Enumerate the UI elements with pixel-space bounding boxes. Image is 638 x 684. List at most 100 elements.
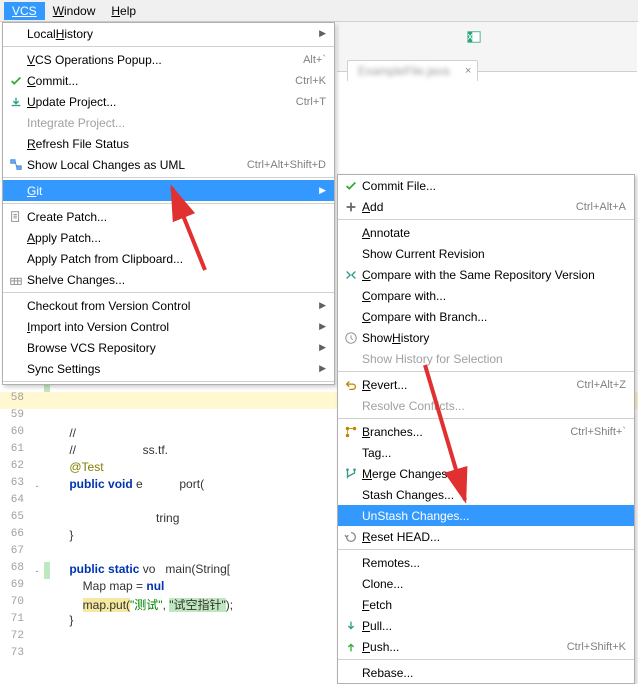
uml-icon [7,157,25,173]
vcs-item-browse-vcs-repository[interactable]: Browse VCS Repository▶ [3,337,334,358]
submenu-arrow-icon: ▶ [319,185,326,196]
vcs-item-shelve-changes[interactable]: Shelve Changes... [3,269,334,290]
code-text: } [50,528,73,545]
code-text [50,630,69,647]
menu-item-label: Shelve Changes... [25,273,326,287]
git-item-branches[interactable]: Branches...Ctrl+Shift+` [338,421,634,442]
code-text: Map map = nul [50,579,164,596]
vcs-item-vcs-operations-popup[interactable]: VCS Operations Popup...Alt+` [3,49,334,70]
vcs-item-git[interactable]: Git ▶ [3,180,334,201]
menu-item-label: Apply Patch from Clipboard... [25,252,326,266]
vcs-item-checkout-from-version-control[interactable]: Checkout from Version Control▶ [3,295,334,316]
menu-item-label: Git [25,184,315,198]
menubar-window[interactable]: Window [45,2,104,20]
separator [338,219,634,220]
line-number: 61 [0,443,30,460]
blank-icon [7,136,25,152]
code-text [50,545,69,562]
menu-item-label: Update Project... [25,95,296,109]
menu-item-label: Integrate Project... [25,116,326,130]
git-item-revert[interactable]: Revert...Ctrl+Alt+Z [338,374,634,395]
git-item-show-current-revision[interactable]: Show Current Revision [338,243,634,264]
shortcut: Ctrl+Shift+` [570,426,626,438]
git-item-commit-file[interactable]: Commit File... [338,175,634,196]
branch-icon [342,424,360,440]
fold-marker[interactable]: - [30,562,44,579]
vcs-item-show-local-changes-as-uml[interactable]: Show Local Changes as UMLCtrl+Alt+Shift+… [3,154,334,175]
fold-marker [30,545,44,562]
shortcut: Alt+` [303,54,326,66]
menu-item-label: Annotate [360,226,626,240]
git-item-compare-with[interactable]: Compare with... [338,285,634,306]
git-item-reset-head[interactable]: Reset HEAD... [338,526,634,547]
shortcut: Ctrl+Shift+K [567,641,626,653]
tab-label: ExampleFile.java [358,64,449,78]
revert-icon [342,377,360,393]
git-item-annotate[interactable]: Annotate [338,222,634,243]
menubar: VCS Window Help [0,0,638,22]
editor-tab[interactable]: ExampleFile.java × [347,60,478,81]
blank-icon [342,246,360,262]
menu-item-label: VCS Operations Popup... [25,53,303,67]
vcs-item-import-into-version-control[interactable]: Import into Version Control▶ [3,316,334,337]
git-item-add[interactable]: AddCtrl+Alt+A [338,196,634,217]
menu-item-label: Compare with the Same Repository Version [360,268,626,282]
blank-icon [342,288,360,304]
menubar-vcs[interactable]: VCS [4,2,45,20]
menu-item-label: Browse VCS Repository [25,341,315,355]
code-text: @Test [50,460,104,477]
blank-icon [7,26,25,42]
git-submenu: Commit File...AddCtrl+Alt+A Annotate Show … [337,174,635,684]
blank-icon [342,555,360,571]
git-item-compare-with-branch[interactable]: Compare with Branch... [338,306,634,327]
git-item-fetch[interactable]: Fetch [338,594,634,615]
git-item-remotes[interactable]: Remotes... [338,552,634,573]
vcs-item-commit[interactable]: Commit...Ctrl+K [3,70,334,91]
vcs-item-refresh-file-status[interactable]: Refresh File Status [3,133,334,154]
blank-icon [7,52,25,68]
vcs-item-create-patch[interactable]: Create Patch... [3,206,334,227]
fold-marker[interactable]: - [30,477,44,494]
fold-marker [30,613,44,630]
line-number: 64 [0,494,30,511]
git-item-clone[interactable]: Clone... [338,573,634,594]
fold-marker [30,579,44,596]
git-item-merge-changes[interactable]: Merge Changes... [338,463,634,484]
git-item-resolve-conflicts: Resolve Conflicts... [338,395,634,416]
menu-item-label: Rebase... [360,666,626,680]
line-number: 73 [0,647,30,664]
vcs-item-apply-patch[interactable]: Apply Patch... [3,227,334,248]
separator [3,292,334,293]
code-text: public void e port( [50,477,204,494]
git-item-pull[interactable]: Pull... [338,615,634,636]
git-item-stash-changes[interactable]: Stash Changes... [338,484,634,505]
fold-marker [30,460,44,477]
shortcut: Ctrl+Alt+A [576,201,626,213]
close-icon[interactable]: × [465,65,471,77]
separator [338,418,634,419]
vcs-item-apply-patch-from-clipboard[interactable]: Apply Patch from Clipboard... [3,248,334,269]
code-text [50,409,69,426]
shortcut: Ctrl+Alt+Shift+D [247,159,326,171]
menu-item-label: Merge Changes... [360,467,626,481]
separator [338,371,634,372]
git-item-push[interactable]: Push...Ctrl+Shift+K [338,636,634,657]
pull-icon [342,618,360,634]
vcs-item-local-history[interactable]: Local History▶ [3,23,334,44]
patch-icon [7,209,25,225]
menu-item-label: Import into Version Control [25,320,315,334]
vcs-item-sync-settings[interactable]: Sync Settings▶ [3,358,334,379]
code-text: map.put("测试", "试空指针"); [50,596,233,613]
menubar-help[interactable]: Help [103,2,144,20]
menu-item-label: Show Local Changes as UML [25,158,247,172]
vcs-item-update-project[interactable]: Update Project...Ctrl+T [3,91,334,112]
blank-icon [342,309,360,325]
blank-icon [342,445,360,461]
line-number: 58 [0,392,30,409]
blank-icon [7,230,25,246]
git-item-compare-with-the-same-repository-version[interactable]: Compare with the Same Repository Version [338,264,634,285]
git-item-show-history[interactable]: Show History [338,327,634,348]
git-item-tag[interactable]: Tag... [338,442,634,463]
git-item-unstash-changes[interactable]: UnStash Changes... [338,505,634,526]
git-item-rebase[interactable]: Rebase... [338,662,634,683]
